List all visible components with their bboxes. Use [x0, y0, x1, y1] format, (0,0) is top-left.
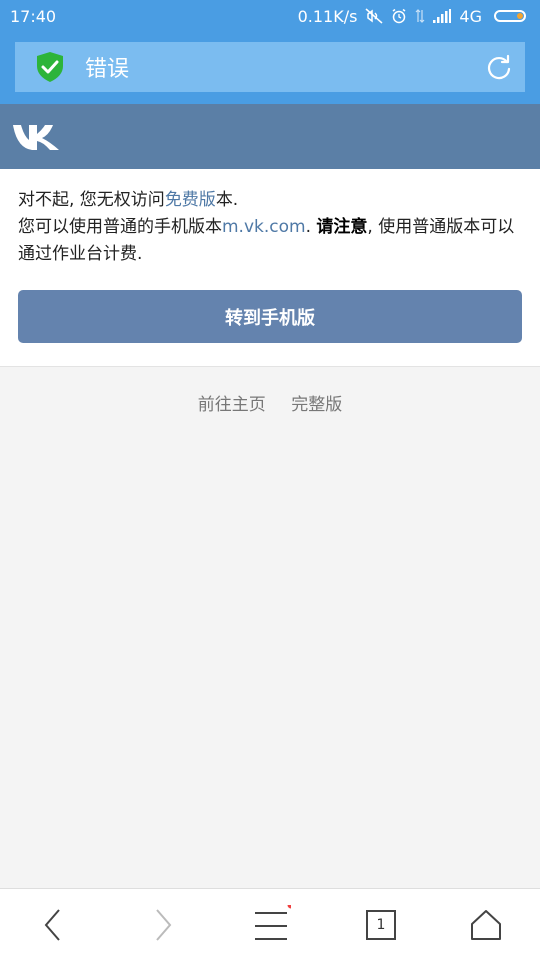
forward-button[interactable] — [143, 905, 183, 945]
signal-icon — [433, 9, 452, 23]
data-arrows-icon — [415, 8, 425, 24]
bottom-navigation: 1 — [0, 888, 540, 960]
home-page-link[interactable]: 前往主页 — [198, 395, 266, 415]
shield-check-icon — [37, 52, 63, 82]
menu-button[interactable] — [251, 905, 291, 945]
notice-label: 请注意 — [316, 217, 368, 237]
error-card: 对不起, 您无权访问免费版本. 您可以使用普通的手机版本m.vk.com. 请注… — [0, 169, 540, 367]
network-type: 4G — [459, 6, 482, 26]
alarm-icon — [391, 8, 407, 24]
tabs-button[interactable]: 1 — [361, 905, 401, 945]
status-bar: 17:40 0.11K/s 4G — [0, 0, 540, 32]
back-button[interactable] — [33, 905, 73, 945]
free-version-link[interactable]: 免费版 — [165, 190, 216, 210]
mobile-site-link[interactable]: m.vk.com — [222, 217, 306, 237]
back-icon — [44, 909, 60, 941]
battery-icon — [494, 10, 526, 22]
page-title: 错误 — [85, 57, 130, 82]
error-message: 对不起, 您无权访问免费版本. 您可以使用普通的手机版本m.vk.com. 请注… — [18, 187, 528, 268]
mute-icon — [365, 8, 383, 24]
full-version-link[interactable]: 完整版 — [291, 395, 342, 415]
address-bar[interactable]: 错误 — [15, 42, 525, 92]
tab-count: 1 — [376, 917, 386, 933]
browser-toolbar: 错误 — [0, 32, 540, 104]
notification-dot — [287, 905, 291, 909]
message-text: 您可以使用普通的手机版本 — [18, 217, 222, 237]
tabs-icon: 1 — [366, 910, 396, 940]
status-time: 17:40 — [10, 6, 57, 26]
vk-header — [0, 104, 540, 169]
reload-icon[interactable] — [485, 53, 513, 81]
net-speed: 0.11K/s — [297, 6, 358, 26]
home-button[interactable] — [466, 905, 506, 945]
message-text: 本. — [215, 190, 239, 210]
footer-links: 前往主页 完整版 — [0, 390, 540, 415]
message-text: 对不起, 您无权访问 — [18, 190, 165, 210]
forward-icon — [156, 909, 172, 941]
vk-logo[interactable] — [12, 122, 60, 152]
message-text: . — [305, 217, 317, 237]
home-icon — [471, 910, 501, 940]
status-indicators: 0.11K/s 4G — [298, 7, 526, 26]
menu-icon — [255, 905, 291, 940]
go-to-mobile-button[interactable]: 转到手机版 — [18, 290, 522, 343]
